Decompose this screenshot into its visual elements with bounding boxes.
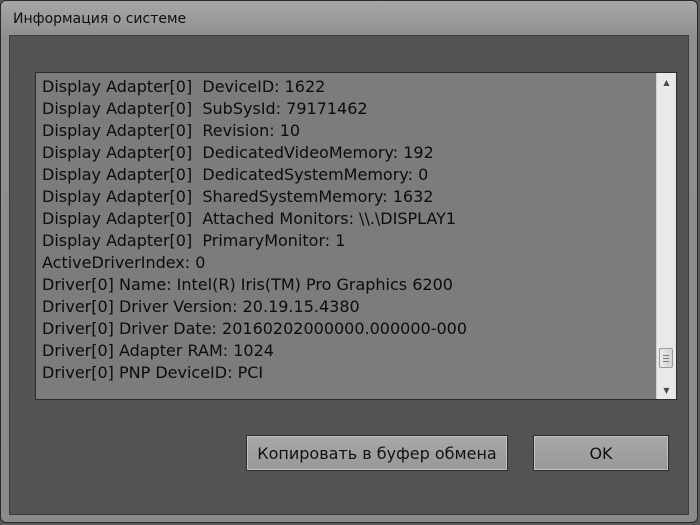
thumb-grip-line xyxy=(663,361,669,362)
info-line: Display Adapter[0] SharedSystemMemory: 1… xyxy=(42,187,434,206)
info-lines: Display Adapter[0] DeviceID: 1622 Displa… xyxy=(42,76,650,384)
thumb-grip-line xyxy=(663,355,669,356)
arrow-up-icon[interactable]: ▲ xyxy=(657,73,676,91)
info-line: Display Adapter[0] PrimaryMonitor: 1 xyxy=(42,231,346,250)
title-bar[interactable]: Информация о системе xyxy=(1,1,697,35)
scrollbar-thumb[interactable] xyxy=(659,348,673,368)
window-title: Информация о системе xyxy=(13,11,187,27)
info-line: Display Adapter[0] DedicatedVideoMemory:… xyxy=(42,143,434,162)
info-line: Driver[0] Name: Intel(R) Iris(TM) Pro Gr… xyxy=(42,275,453,294)
thumb-grip-line xyxy=(663,358,669,359)
info-line: Display Adapter[0] DedicatedSystemMemory… xyxy=(42,165,429,184)
info-line: Display Adapter[0] Attached Monitors: \\… xyxy=(42,209,457,228)
info-line: Driver[0] PNP DeviceID: PCI xyxy=(42,363,264,382)
info-line: Display Adapter[0] Revision: 10 xyxy=(42,121,301,140)
info-line: ActiveDriverIndex: 0 xyxy=(42,253,206,272)
vertical-scrollbar[interactable]: ▲ ▼ xyxy=(656,73,676,399)
system-info-dialog: Информация о системе Display Adapter[0] … xyxy=(0,0,698,523)
copy-to-clipboard-button[interactable]: Копировать в буфер обмена xyxy=(246,435,508,471)
info-line: Driver[0] Driver Date: 20160202000000.00… xyxy=(42,319,468,338)
ok-button[interactable]: OK xyxy=(533,435,669,471)
info-line: Driver[0] Adapter RAM: 1024 xyxy=(42,341,274,360)
info-line: Display Adapter[0] DeviceID: 1622 xyxy=(42,77,326,96)
info-line: Display Adapter[0] SubSysId: 79171462 xyxy=(42,99,368,118)
dialog-body: Display Adapter[0] DeviceID: 1622 Displa… xyxy=(9,35,689,515)
arrow-down-icon[interactable]: ▼ xyxy=(657,381,676,399)
system-info-text-area[interactable]: Display Adapter[0] DeviceID: 1622 Displa… xyxy=(35,72,677,400)
info-line: Driver[0] Driver Version: 20.19.15.4380 xyxy=(42,297,360,316)
